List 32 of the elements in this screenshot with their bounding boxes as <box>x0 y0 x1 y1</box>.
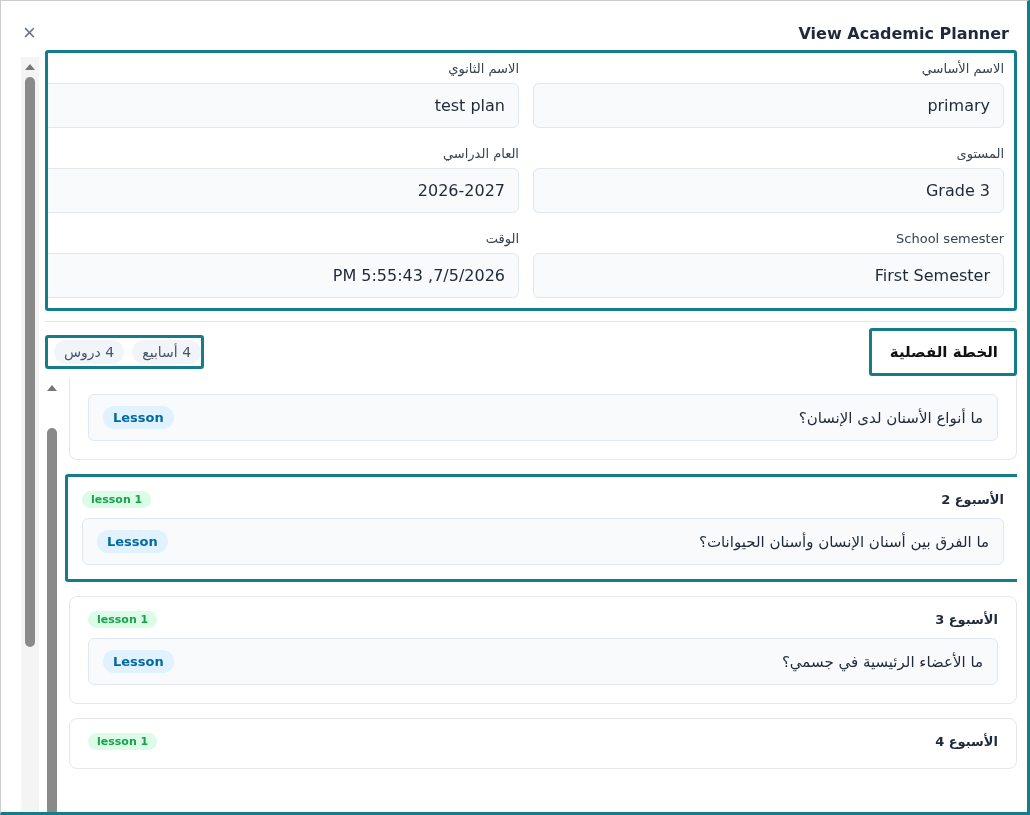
close-button[interactable]: × <box>19 22 40 44</box>
dialog-title: View Academic Planner <box>798 23 1009 43</box>
lesson-tag: Lesson <box>97 530 168 553</box>
input-field[interactable]: First Semester <box>533 253 1004 298</box>
week-title: الأسبوع 2 <box>941 492 1004 507</box>
lesson-tag: Lesson <box>103 650 174 673</box>
count-badge: 4 أسابيع <box>132 340 202 364</box>
input-field[interactable]: test plan <box>48 83 519 128</box>
section-title: الخطة الفصلية <box>868 328 1017 376</box>
lesson-tag: Lesson <box>103 406 174 429</box>
input-field[interactable]: Grade 3 <box>533 168 1004 213</box>
lesson-count-badge: lesson 1 <box>88 733 158 750</box>
field-label: الاسم الثانوي <box>447 60 519 76</box>
lesson-title: ما الأعضاء الرئيسية في جسمي؟ <box>781 652 983 671</box>
scroll-up-icon[interactable] <box>46 384 58 392</box>
field-label: School semester <box>895 230 1004 246</box>
field-label: الاسم الأساسي <box>920 59 1004 76</box>
field-label: الوقت <box>484 230 519 246</box>
scrollbar[interactable] <box>21 57 39 812</box>
lesson-count-badge: lesson 1 <box>82 491 152 508</box>
input-field[interactable]: 2026-2027 <box>48 168 519 213</box>
lesson-title: ما أنواع الأسنان لدى الإنسان؟ <box>798 408 983 427</box>
week-title: الأسبوع 3 <box>935 612 998 627</box>
scroll-up-icon[interactable] <box>24 63 36 71</box>
input-field[interactable]: PM 5:55:43 ,7/5/2026 <box>48 253 519 298</box>
count-badge: 4 دروس <box>54 340 125 364</box>
week-title: الأسبوع 4 <box>935 734 998 749</box>
field-label: العام الدراسي <box>442 145 519 161</box>
input-field[interactable]: primary <box>533 83 1004 128</box>
lesson-title: ما الفرق بين أسنان الإنسان وأسنان الحيوانات؟ <box>698 532 989 551</box>
field-label: المستوى <box>955 145 1004 161</box>
lesson-count-badge: lesson 1 <box>88 611 158 628</box>
